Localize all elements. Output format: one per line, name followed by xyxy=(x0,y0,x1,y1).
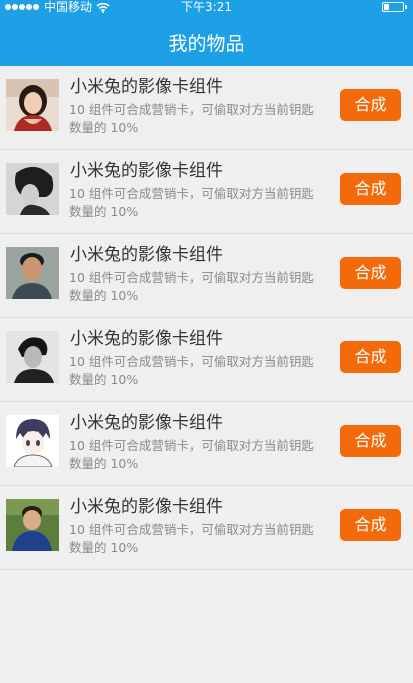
list-item: 小米兔的影像卡组件 10 组件可合成营销卡，可偷取对方当前钥匙数量的 10% 合… xyxy=(0,234,413,318)
synthesize-button[interactable]: 合成 xyxy=(340,341,401,373)
status-bar: 中国移动 下午3:21 xyxy=(0,0,413,21)
boy-photo-avatar-icon xyxy=(6,499,59,551)
item-description: 10 组件可合成营销卡，可偷取对方当前钥匙数量的 10% xyxy=(69,438,314,471)
list-item: 小米兔的影像卡组件 10 组件可合成营销卡，可偷取对方当前钥匙数量的 10% 合… xyxy=(0,66,413,150)
item-title: 小米兔的影像卡组件 xyxy=(70,161,223,181)
man-photo-avatar-icon xyxy=(6,247,59,299)
item-title: 小米兔的影像卡组件 xyxy=(70,413,223,433)
status-time: 下午3:21 xyxy=(181,0,232,14)
list-item: 小米兔的影像卡组件 10 组件可合成营销卡，可偷取对方当前钥匙数量的 10% 合… xyxy=(0,318,413,402)
synthesize-button[interactable]: 合成 xyxy=(340,173,401,205)
woman-photo-avatar-icon xyxy=(6,79,59,131)
page-title: 我的物品 xyxy=(168,33,245,55)
item-description: 10 组件可合成营销卡，可偷取对方当前钥匙数量的 10% xyxy=(69,186,314,219)
item-title: 小米兔的影像卡组件 xyxy=(70,497,223,517)
bw-profile-photo-avatar-icon xyxy=(6,163,59,215)
screen: 中国移动 下午3:21 我的物品 小米兔的影像卡组件 10 组件可合成营销卡，可… xyxy=(0,0,413,683)
battery-icon xyxy=(382,1,408,13)
synthesize-button[interactable]: 合成 xyxy=(340,257,401,289)
list-item: 小米兔的影像卡组件 10 组件可合成营销卡，可偷取对方当前钥匙数量的 10% 合… xyxy=(0,486,413,570)
item-description: 10 组件可合成营销卡，可偷取对方当前钥匙数量的 10% xyxy=(69,102,314,135)
item-description: 10 组件可合成营销卡，可偷取对方当前钥匙数量的 10% xyxy=(69,270,314,303)
item-title: 小米兔的影像卡组件 xyxy=(70,329,223,349)
synthesize-button[interactable]: 合成 xyxy=(340,425,401,457)
anime-boy-avatar-icon xyxy=(6,415,59,467)
item-description: 10 组件可合成营销卡，可偷取对方当前钥匙数量的 10% xyxy=(69,354,314,387)
list-item: 小米兔的影像卡组件 10 组件可合成营销卡，可偷取对方当前钥匙数量的 10% 合… xyxy=(0,402,413,486)
list-item: 小米兔的影像卡组件 10 组件可合成营销卡，可偷取对方当前钥匙数量的 10% 合… xyxy=(0,150,413,234)
bw-man-photo-avatar-icon xyxy=(6,331,59,383)
item-title: 小米兔的影像卡组件 xyxy=(70,245,223,265)
item-list: 小米兔的影像卡组件 10 组件可合成营销卡，可偷取对方当前钥匙数量的 10% 合… xyxy=(0,66,413,570)
synthesize-button[interactable]: 合成 xyxy=(340,509,401,541)
item-description: 10 组件可合成营销卡，可偷取对方当前钥匙数量的 10% xyxy=(69,522,314,555)
top-bar: 中国移动 下午3:21 我的物品 xyxy=(0,0,413,66)
synthesize-button[interactable]: 合成 xyxy=(340,89,401,121)
item-title: 小米兔的影像卡组件 xyxy=(70,77,223,97)
